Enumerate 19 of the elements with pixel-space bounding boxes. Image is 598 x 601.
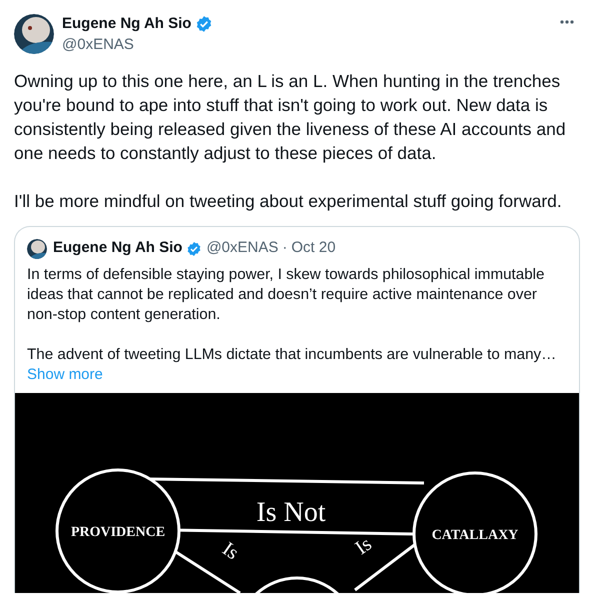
author-name[interactable]: Eugene Ng Ah Sio xyxy=(62,12,192,36)
edge-label: Is Not xyxy=(256,496,326,528)
author-handle: @0xENAS xyxy=(206,238,278,258)
separator-dot: · xyxy=(282,238,288,258)
author-name: Eugene Ng Ah Sio xyxy=(53,238,182,258)
more-icon[interactable] xyxy=(560,20,574,24)
quoted-text: In terms of defensible staying power, I skew towards philosophical immutable ideas that cannot be replicated and doesn’t require active maintenance over non-stop content generation. xyxy=(27,264,546,324)
avatar[interactable] xyxy=(14,14,54,54)
edge-label: Is xyxy=(351,532,376,559)
avatar xyxy=(27,238,47,258)
post-text: I'll be more mindful on tweeting about experimental stuff going forward. xyxy=(14,190,563,212)
node-label: CATALLAXY xyxy=(432,528,518,542)
node-label: PROVIDENCE xyxy=(70,524,166,540)
quoted-text: The advent of tweeting LLMs dictate that incumbents are vulnerable to many… xyxy=(27,344,558,364)
post-date: Oct 20 xyxy=(291,238,336,258)
quoted-post[interactable] xyxy=(14,226,580,592)
edge-label: Is xyxy=(218,537,243,564)
author-handle[interactable]: @0xENAS xyxy=(62,34,560,56)
post-text: Owning up to this one here, an L is an L. When hunting in the trenches you're bound to ape into stuff that isn't going to work out. New data is consistently being released given the liveness of these AI accounts and one needs to constantly adjust to these pieces of data. xyxy=(14,70,567,164)
